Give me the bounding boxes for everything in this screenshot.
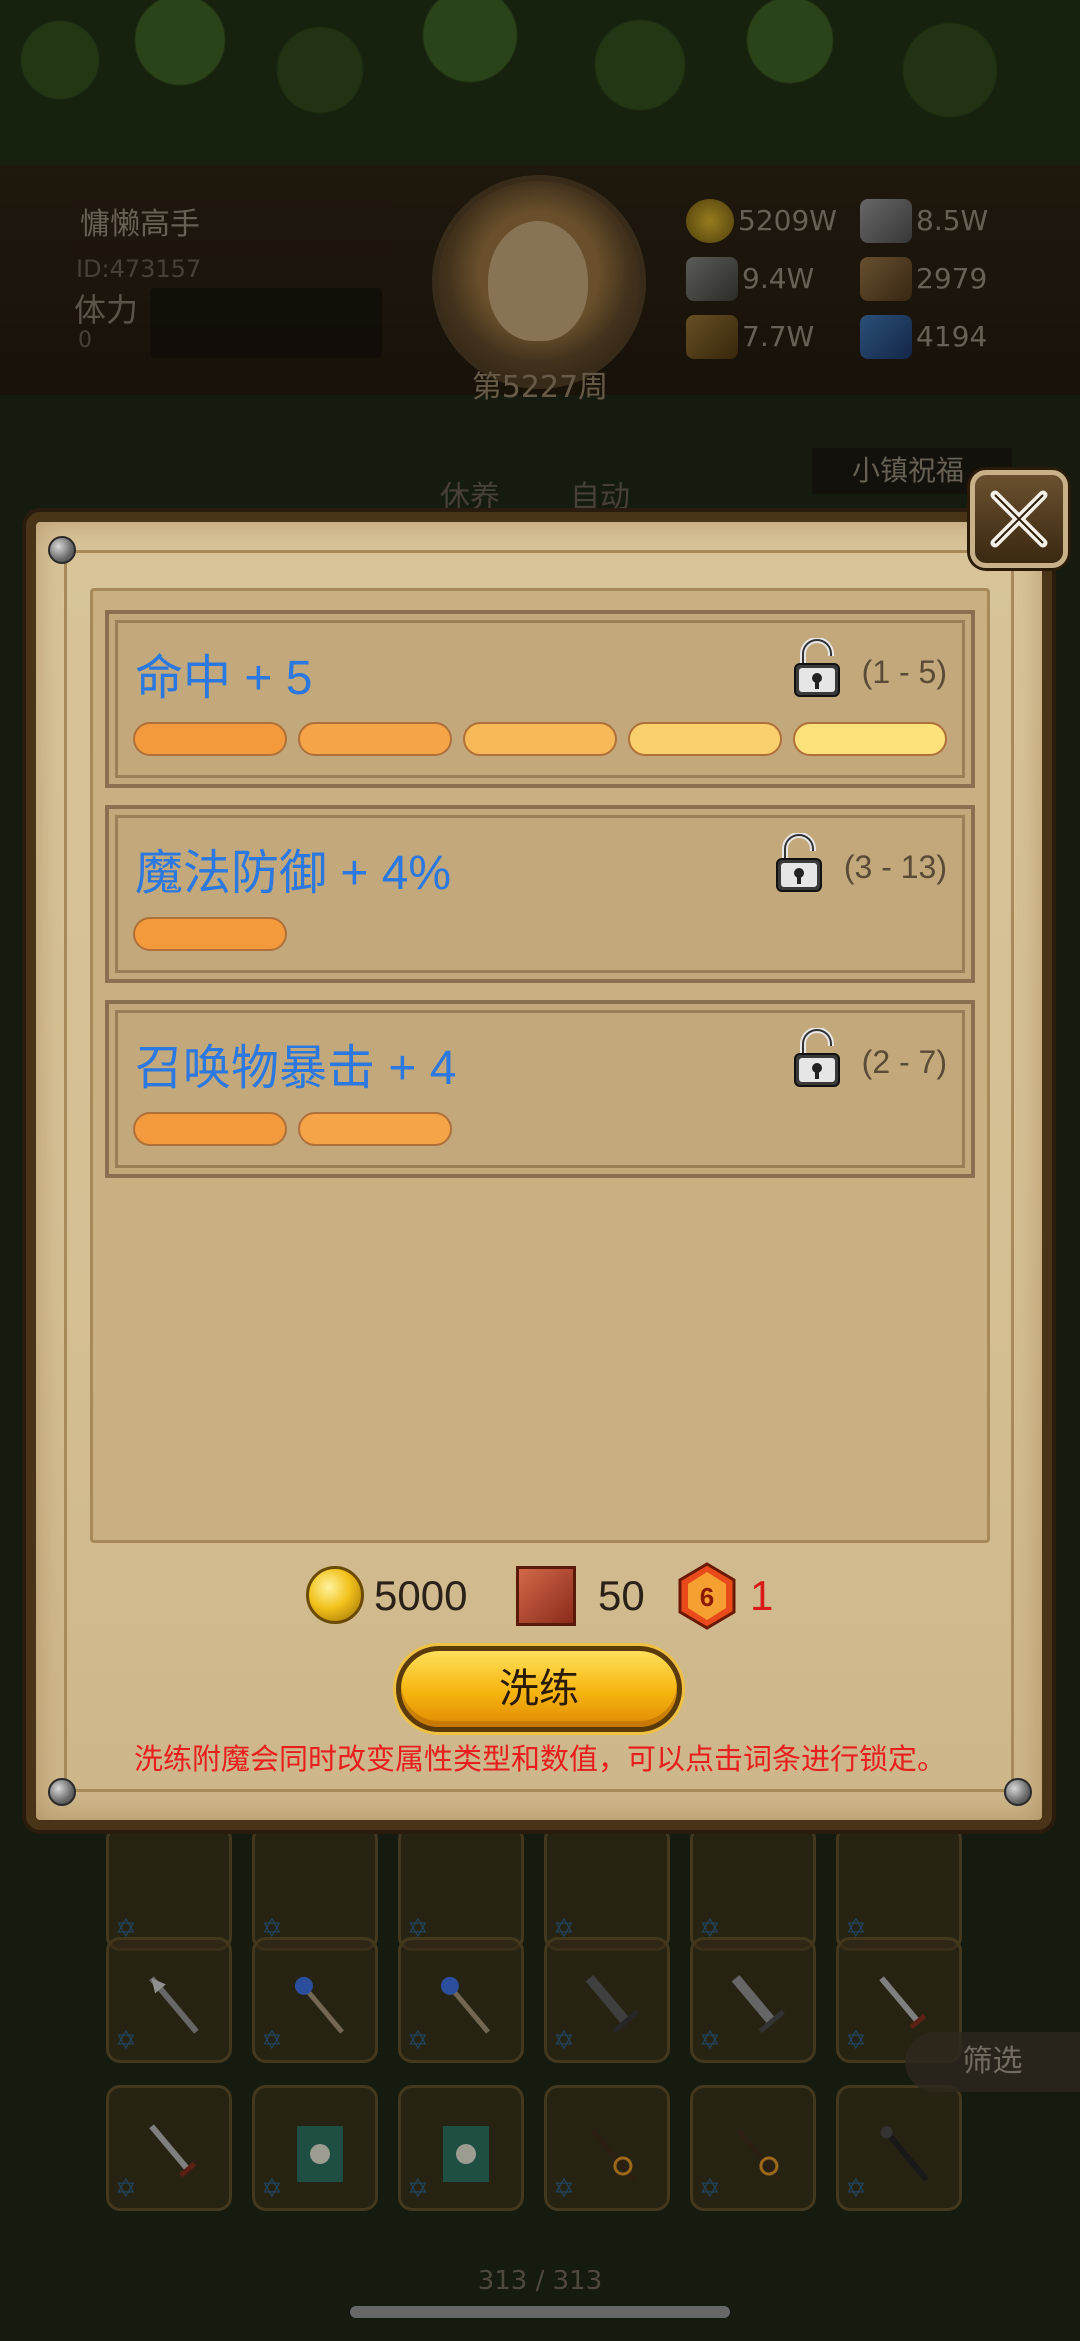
attribute-range: (1 - 5): [861, 654, 947, 690]
attribute-level-bar: [133, 1112, 953, 1148]
gem-cost: 1: [750, 1572, 774, 1619]
rivet-decoration: [48, 536, 76, 564]
attribute-range: (2 - 7): [861, 1044, 947, 1080]
unlocked-padlock-icon[interactable]: [791, 1028, 843, 1088]
crossed-swords-close-icon: [990, 490, 1048, 548]
level-segment: [628, 722, 782, 756]
gold-cost: 5000: [374, 1572, 468, 1619]
close-button[interactable]: [970, 470, 1068, 568]
scroll-cost: 50: [598, 1572, 645, 1619]
attribute-row[interactable]: 命中 + 5 (1 - 5): [105, 610, 975, 788]
level-segment: [463, 722, 617, 756]
unlocked-padlock-icon[interactable]: [791, 638, 843, 698]
unlocked-padlock-icon[interactable]: [773, 833, 825, 893]
level-segment: [298, 722, 452, 756]
refine-button[interactable]: 洗练: [396, 1646, 682, 1732]
rivet-decoration: [1004, 1778, 1032, 1806]
attribute-level-bar: [133, 722, 953, 758]
gold-coin-icon: [306, 1566, 364, 1624]
level-segment: [133, 722, 287, 756]
rivet-decoration: [48, 1778, 76, 1806]
attribute-name: 命中 + 5: [135, 652, 313, 705]
level-segment: [133, 1112, 287, 1146]
attribute-level-bar: [133, 917, 953, 953]
attribute-row[interactable]: 魔法防御 + 4% (3 - 13): [105, 805, 975, 983]
attribute-row[interactable]: 召唤物暴击 + 4 (2 - 7): [105, 1000, 975, 1178]
level-segment: [298, 1112, 452, 1146]
enchant-scroll-icon: [516, 1566, 576, 1626]
reforge-hint: 洗练附魔会同时改变属性类型和数值，可以点击词条进行锁定。: [133, 1742, 946, 1776]
level-segment: [793, 722, 947, 756]
gem-glyph: 6: [700, 1582, 714, 1612]
reforge-cost: 5000 50 6 1: [300, 1562, 780, 1632]
attribute-name: 召唤物暴击 + 4: [135, 1042, 457, 1095]
attribute-name: 魔法防御 + 4%: [135, 847, 452, 900]
level-segment: [133, 917, 287, 951]
attribute-range: (3 - 13): [843, 849, 947, 885]
fire-gem-icon: 6: [678, 1562, 736, 1630]
